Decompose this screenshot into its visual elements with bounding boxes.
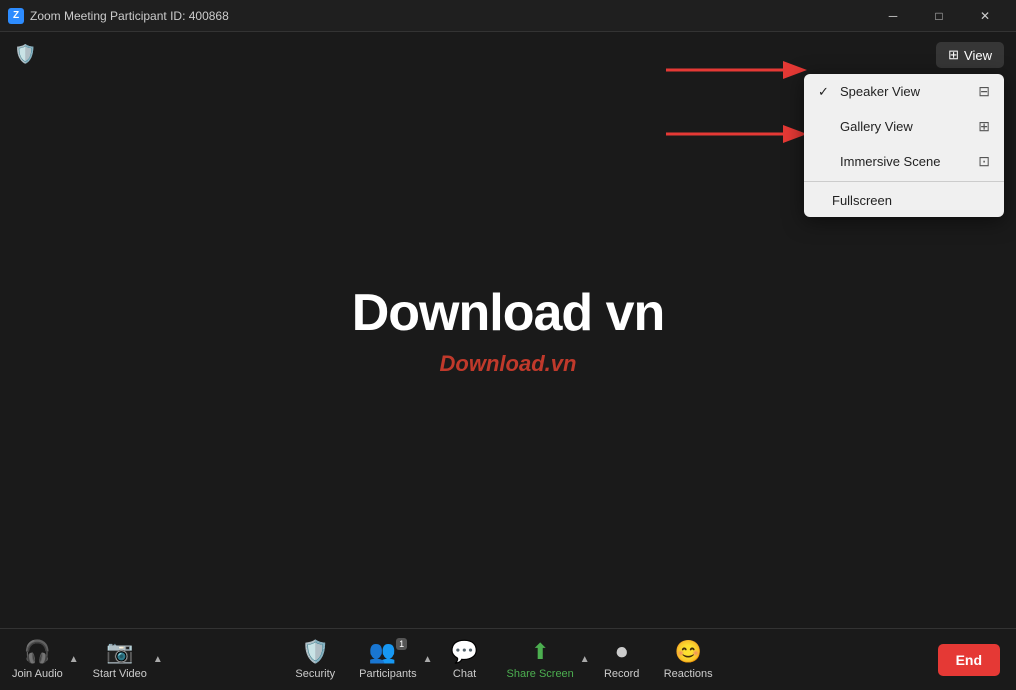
security-button[interactable]: 🛡️ Security	[283, 635, 347, 684]
download-subtitle: Download.vn	[352, 351, 665, 377]
toolbar-right: End	[725, 644, 1016, 676]
security-label: Security	[295, 668, 335, 680]
participants-badge: 1	[396, 638, 407, 650]
toolbar-left: 🎧 Join Audio ▲ 📷 Start Video ▲	[0, 635, 283, 684]
check-mark-icon: ✓	[818, 84, 832, 100]
gallery-view-item[interactable]: Gallery View ⊞	[804, 109, 1004, 144]
start-video-label: Start Video	[93, 668, 147, 680]
immersive-scene-item[interactable]: Immersive Scene ⊡	[804, 144, 1004, 179]
gallery-view-icon: ⊞	[978, 118, 990, 135]
record-label: Record	[604, 668, 639, 680]
gallery-view-label: Gallery View	[840, 119, 913, 134]
speaker-view-icon: ⊟	[978, 83, 990, 100]
shield-icon: 🛡️	[14, 44, 36, 65]
participants-icon: 👥1	[369, 639, 407, 665]
chat-label: Chat	[453, 668, 476, 680]
join-audio-arrow[interactable]: ▲	[67, 654, 81, 665]
join-audio-icon: 🎧	[24, 639, 51, 665]
end-button[interactable]: End	[938, 644, 1000, 676]
record-icon: ⏺	[616, 639, 627, 665]
share-screen-button[interactable]: ⬆ Share Screen	[495, 635, 586, 684]
view-grid-icon: ⊞	[948, 47, 959, 63]
app-icon: Z	[8, 8, 24, 24]
immersive-scene-label: Immersive Scene	[840, 154, 940, 169]
arrow-1	[656, 50, 816, 90]
main-content: 🛡️ ⊞ View ✓ Speaker View ⊟ Gall	[0, 32, 1016, 628]
share-screen-icon: ⬆	[531, 639, 549, 665]
start-video-icon: 📷	[106, 639, 133, 665]
security-icon: 🛡️	[302, 639, 329, 665]
window-controls: ─ □ ✕	[870, 0, 1008, 32]
minimize-button[interactable]: ─	[870, 0, 916, 32]
close-button[interactable]: ✕	[962, 0, 1008, 32]
toolbar: 🎧 Join Audio ▲ 📷 Start Video ▲ 🛡️ Securi…	[0, 628, 1016, 690]
record-button[interactable]: ⏺ Record	[592, 635, 652, 684]
fullscreen-item[interactable]: Fullscreen	[804, 184, 1004, 217]
reactions-label: Reactions	[664, 668, 713, 680]
join-audio-button[interactable]: 🎧 Join Audio	[0, 635, 75, 684]
share-screen-label: Share Screen	[507, 668, 574, 680]
immersive-scene-icon: ⊡	[978, 153, 990, 170]
center-text: Download vn Download.vn	[352, 283, 665, 377]
chat-icon: 💬	[451, 639, 478, 665]
reactions-button[interactable]: 😊 Reactions	[652, 635, 725, 684]
arrow-2	[656, 114, 816, 154]
view-button[interactable]: ⊞ View	[936, 42, 1004, 68]
fullscreen-label: Fullscreen	[832, 193, 892, 208]
speaker-view-label: Speaker View	[840, 84, 920, 99]
title-left: Z Zoom Meeting Participant ID: 400868	[8, 8, 229, 24]
toolbar-center: 🛡️ Security 👥1 Participants ▲ 💬 Chat ⬆ S…	[283, 635, 724, 684]
participants-arrow[interactable]: ▲	[421, 654, 435, 665]
reactions-icon: 😊	[674, 639, 701, 665]
participants-label: Participants	[359, 668, 416, 680]
chat-button[interactable]: 💬 Chat	[435, 635, 495, 684]
dropdown-menu: ✓ Speaker View ⊟ Gallery View ⊞ Immersiv…	[804, 74, 1004, 217]
join-audio-label: Join Audio	[12, 668, 63, 680]
maximize-button[interactable]: □	[916, 0, 962, 32]
title-text: Zoom Meeting Participant ID: 400868	[30, 9, 229, 23]
menu-divider	[804, 181, 1004, 182]
download-title: Download vn	[352, 283, 665, 343]
start-video-button[interactable]: 📷 Start Video	[81, 635, 159, 684]
view-button-label: View	[964, 48, 992, 63]
title-bar: Z Zoom Meeting Participant ID: 400868 ─ …	[0, 0, 1016, 32]
share-screen-arrow[interactable]: ▲	[578, 654, 592, 665]
start-video-arrow[interactable]: ▲	[151, 654, 165, 665]
speaker-view-item[interactable]: ✓ Speaker View ⊟	[804, 74, 1004, 109]
participants-button[interactable]: 👥1 Participants	[347, 635, 428, 684]
